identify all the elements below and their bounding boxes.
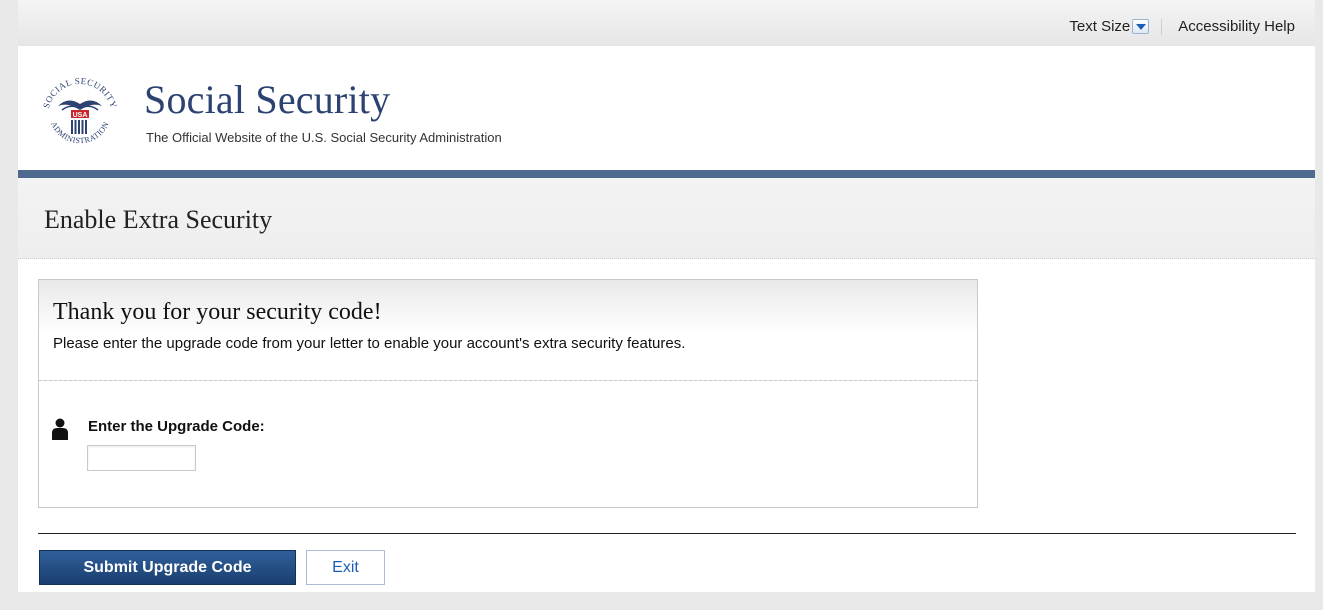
panel-heading: Thank you for your security code! [53, 299, 382, 325]
page-title: Enable Extra Security [44, 205, 273, 234]
site-subtitle: The Official Website of the U.S. Social … [146, 130, 502, 145]
upgrade-code-input[interactable] [87, 445, 196, 471]
accessibility-help-link[interactable]: Accessibility Help [1178, 18, 1295, 35]
utility-separator [1161, 18, 1163, 35]
panel-header: Thank you for your security code! Please… [39, 280, 977, 381]
upgrade-code-label: Enter the Upgrade Code: [88, 418, 265, 435]
text-size-dropdown-icon[interactable] [1132, 19, 1150, 34]
page-container: SOCIAL SECURITY ADMINISTRATION USA Socia… [18, 46, 1315, 592]
site-header: SOCIAL SECURITY ADMINISTRATION USA Socia… [18, 46, 1315, 170]
actions-divider [38, 533, 1296, 534]
page-heading-band: Enable Extra Security [18, 178, 1315, 259]
utility-bar: Text Size Accessibility Help [18, 0, 1315, 46]
person-icon [52, 418, 68, 440]
site-title[interactable]: Social Security [144, 76, 390, 123]
submit-upgrade-code-button[interactable]: Submit Upgrade Code [39, 550, 296, 585]
header-divider [18, 170, 1315, 178]
text-size-label: Text Size [1069, 18, 1131, 35]
ssa-seal-logo[interactable]: SOCIAL SECURITY ADMINISTRATION USA [38, 72, 122, 156]
panel-description: Please enter the upgrade code from your … [53, 335, 686, 352]
upgrade-code-panel: Thank you for your security code! Please… [38, 279, 978, 508]
exit-button[interactable]: Exit [306, 550, 385, 585]
seal-badge-text: USA [73, 112, 88, 119]
text-size-control[interactable]: Text Size [1069, 18, 1150, 35]
utility-links: Text Size Accessibility Help [1069, 18, 1295, 35]
